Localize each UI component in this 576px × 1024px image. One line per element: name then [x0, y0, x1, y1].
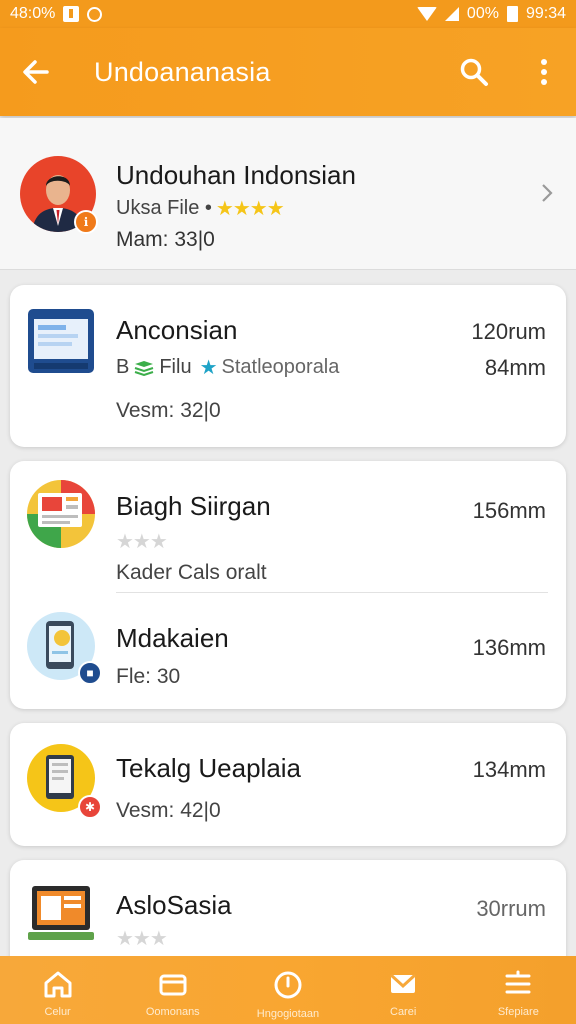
nav-label: Sfepiare: [497, 1006, 539, 1018]
item-sub-prefix: B: [116, 356, 130, 378]
item-size: 156mm: [472, 498, 546, 523]
item-size: 134mm: [472, 757, 546, 782]
featured-meta: Mam: 33|0: [116, 228, 215, 251]
rating-stars: ★★★: [116, 928, 168, 950]
nav-item-home[interactable]: Celur: [3, 956, 113, 1018]
item-size: 120rum: [471, 319, 546, 344]
list-item[interactable]: AsloSasia 30rrum ★★★: [10, 860, 566, 956]
list-item[interactable]: Anconsian 120rum B Filu ★ Statleoporala …: [10, 285, 566, 447]
list-item[interactable]: ✱ Tekalg Ueaplaia 134mm Vesm: 42|0: [10, 723, 566, 846]
status-left-text: 48:0%: [10, 5, 56, 22]
clock-icon: [274, 971, 302, 999]
item-sub-file: Filu: [159, 356, 192, 378]
document-window-icon: [26, 307, 96, 377]
arrow-left-icon: [23, 60, 49, 84]
item-title: Biagh Siirgan: [116, 491, 271, 521]
home-icon: [44, 971, 72, 998]
item-meta: Vesm: 42|0: [116, 799, 221, 822]
item-title: Mdakaien: [116, 623, 229, 653]
battery-icon: [506, 6, 518, 22]
app-bar: Undoananasia: [0, 28, 576, 116]
item-sub-text: Statleoporala: [221, 356, 340, 378]
page-title: Undoananasia: [94, 56, 271, 87]
avatar: ℹ: [20, 156, 98, 234]
bottom-navigation: Celur Oomonans Hngogiotaan Carei Sfepiar…: [0, 956, 576, 1024]
sync-icon: [87, 6, 103, 22]
back-button[interactable]: [18, 54, 54, 90]
folder-icon: [159, 974, 187, 996]
battery-percent: 00%: [466, 5, 499, 22]
badge-icon: ■: [78, 661, 102, 685]
stack-icon: [135, 360, 154, 376]
signal-icon: [444, 7, 459, 21]
search-button[interactable]: [454, 52, 494, 92]
nav-label: Carei: [390, 1006, 417, 1018]
list-card: Anconsian 120rum B Filu ★ Statleoporala …: [10, 285, 566, 447]
item-size: 136mm: [472, 635, 546, 660]
item-meta: Vesm: 32|0: [116, 399, 221, 422]
nav-label: Oomonans: [145, 1006, 200, 1018]
nav-label: Hngogiotaan: [256, 1008, 320, 1020]
item-title: AsloSasia: [116, 890, 232, 920]
more-vert-icon: [541, 59, 547, 85]
status-bar: 48:0% 00% 99:34: [0, 0, 576, 28]
featured-subtitle: Uksa File • ★★★★: [116, 196, 285, 221]
badge-icon: ℹ: [74, 210, 98, 234]
item-meta: Fle: 30: [116, 665, 181, 688]
laptop-icon: [26, 880, 96, 950]
more-options-button[interactable]: [524, 52, 564, 92]
rating-stars: ★★★: [116, 531, 168, 553]
featured-item[interactable]: ℹ Undouhan Indonsian Uksa File • ★★★★ Ma…: [0, 118, 576, 270]
notification-icon: [63, 6, 80, 22]
list-card: ✱ Tekalg Ueaplaia 134mm Vesm: 42|0: [10, 723, 566, 846]
featured-subtitle-text: Uksa File •: [116, 197, 212, 219]
wifi-icon: [416, 7, 437, 21]
chevron-right-icon: [540, 182, 554, 209]
nav-label: Celur: [44, 1006, 71, 1018]
list-card: Biagh Siirgan 156mm ★★★ Kader Cals oralt…: [10, 461, 566, 709]
item-title: Anconsian: [116, 315, 238, 345]
nav-item-menu[interactable]: Sfepiare: [463, 956, 573, 1018]
status-time: 99:34: [525, 5, 566, 22]
star-icon: ★: [199, 357, 218, 379]
badge-icon: ✱: [78, 795, 102, 819]
featured-title: Undouhan Indonsian: [116, 160, 356, 190]
item-title: Tekalg Ueaplaia: [116, 753, 302, 783]
list-item[interactable]: ■ Mdakaien 136mm Fle: 30: [10, 593, 566, 709]
list-item[interactable]: Biagh Siirgan 156mm ★★★ Kader Cals oralt: [10, 461, 566, 591]
item-size: 30rrum: [476, 896, 546, 921]
nav-item-mail[interactable]: Carei: [348, 956, 458, 1018]
item-meta: Kader Cals oralt: [116, 561, 267, 584]
item-sub-size: 84mm: [484, 355, 546, 380]
item-subtitle: B Filu ★ Statleoporala: [116, 355, 339, 380]
nav-item-clock[interactable]: Hngogiotaan: [233, 956, 343, 1020]
presentation-icon: [26, 479, 96, 549]
rating-stars: ★★★★: [215, 198, 285, 220]
nav-item-folder[interactable]: Oomonans: [118, 956, 228, 1018]
menu-icon: [505, 970, 531, 994]
mail-icon: [390, 973, 417, 993]
search-icon: [460, 58, 488, 86]
